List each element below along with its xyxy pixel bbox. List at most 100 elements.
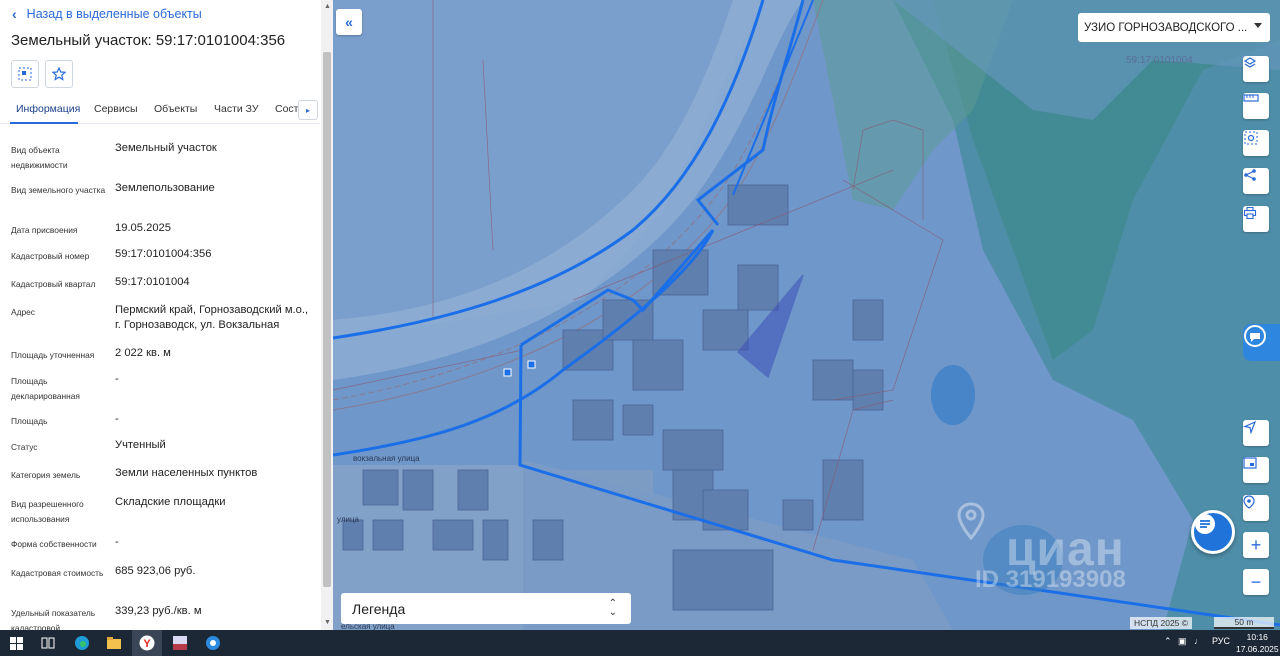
- geolocate-button[interactable]: [1243, 420, 1269, 446]
- clock-date: 17.06.2025: [1236, 644, 1279, 654]
- pin-icon: [1243, 495, 1255, 509]
- feedback-icon: [1244, 325, 1266, 347]
- star-icon: [52, 67, 66, 81]
- pdf-app-icon[interactable]: [170, 633, 190, 653]
- map-canvas: [333, 0, 1280, 630]
- zoom-in-button[interactable]: +: [1243, 532, 1269, 558]
- navigation-arrow-icon: [1243, 420, 1257, 434]
- feedback-chip[interactable]: [1243, 324, 1280, 361]
- cadastral-quarter-label: 59:17:0101004: [1126, 55, 1193, 66]
- location-search-button[interactable]: [1243, 495, 1269, 521]
- measure-button[interactable]: [1243, 93, 1269, 119]
- share-button[interactable]: [1243, 168, 1269, 194]
- clock-time: 10:16: [1246, 632, 1268, 642]
- file-explorer-icon[interactable]: [104, 633, 124, 653]
- info-label: Категория земель: [11, 470, 81, 480]
- active-tab-indicator: [10, 122, 78, 124]
- favorite-button[interactable]: [45, 60, 73, 88]
- ruler-icon: [1243, 94, 1259, 102]
- app-icon[interactable]: [203, 633, 223, 653]
- info-label: Площадь декларированная: [11, 376, 80, 401]
- info-panel: ‹ Назад в выделенные объекты Земельный у…: [0, 0, 333, 630]
- legend-toggle[interactable]: Легенда ⌃ ⌄: [341, 593, 631, 624]
- info-label: Вид земельного участка: [11, 185, 106, 195]
- tab-information[interactable]: Информация: [16, 103, 80, 115]
- map-view[interactable]: вокзальная улица улица ельская улица 59:…: [333, 0, 1280, 630]
- tab-services[interactable]: Сервисы: [94, 103, 138, 115]
- layers-icon: [1243, 57, 1257, 68]
- edge-browser-icon[interactable]: [72, 633, 92, 653]
- printer-icon: [1243, 206, 1257, 220]
- legend-label: Легенда: [352, 600, 406, 617]
- task-view-icon[interactable]: [38, 633, 58, 653]
- scrollbar-thumb[interactable]: [323, 52, 331, 587]
- locate-object-icon: [18, 67, 32, 81]
- info-value: Складские площадки: [115, 496, 226, 508]
- language-indicator[interactable]: РУС: [1212, 636, 1230, 646]
- scroll-up-icon[interactable]: ▲: [324, 3, 331, 10]
- layers-button[interactable]: [1243, 56, 1269, 82]
- back-to-selected-link[interactable]: ‹ Назад в выделенные объекты: [12, 6, 202, 22]
- info-label: Площадь уточненная: [11, 350, 95, 360]
- locate-object-button[interactable]: [11, 60, 39, 88]
- info-label: Статус: [11, 442, 38, 452]
- volume-icon[interactable]: ♩: [1194, 636, 1203, 646]
- info-label: Площадь: [11, 416, 48, 426]
- tray-up-arrow-icon[interactable]: ⌃: [1164, 636, 1172, 647]
- info-value: -: [115, 373, 119, 385]
- info-label: Вид разрешенного использования: [11, 499, 84, 524]
- collapse-panel-button[interactable]: «: [336, 9, 362, 35]
- info-label: Вид объекта недвижимости: [11, 145, 68, 170]
- info-value: 19.05.2025: [115, 222, 171, 234]
- svg-text:Y: Y: [143, 638, 151, 650]
- share-icon: [1244, 169, 1256, 181]
- location-pin-icon: [957, 502, 985, 540]
- info-value: 2 022 кв. м: [115, 347, 171, 359]
- windows-start-icon[interactable]: [6, 633, 26, 653]
- layer-select[interactable]: УЗИО ГОРНОЗАВОДСКОГО ...: [1078, 13, 1270, 42]
- print-button[interactable]: [1243, 206, 1269, 232]
- info-value: Землепользование: [115, 182, 215, 194]
- select-area-button[interactable]: [1243, 130, 1269, 156]
- zoom-out-button[interactable]: −: [1243, 569, 1269, 595]
- yandex-browser-icon[interactable]: Y: [137, 633, 157, 653]
- chat-button[interactable]: [1191, 510, 1235, 554]
- tab-parts[interactable]: Части ЗУ: [214, 103, 259, 115]
- network-icon[interactable]: ▣: [1178, 636, 1187, 647]
- tabs-scroll-right-button[interactable]: ▸: [298, 100, 318, 120]
- app-window: ‹ Назад в выделенные объекты Земельный у…: [0, 0, 1280, 656]
- map-attribution: НСПД 2025 ©: [1130, 617, 1193, 629]
- info-value: Пермский край, Горнозаводский м.о., г. Г…: [115, 304, 309, 331]
- clock[interactable]: 10:16 17.06.2025: [1236, 631, 1279, 655]
- info-label: Кадастровый номер: [11, 251, 90, 261]
- info-value: 59:17:0101004:356: [115, 248, 212, 260]
- updown-chevron-icon: ⌃ ⌄: [608, 598, 617, 618]
- minimap-button[interactable]: [1243, 457, 1269, 483]
- map-scale: 50 m: [1214, 617, 1274, 629]
- info-label: Дата присвоения: [11, 225, 78, 235]
- info-label: Удельный показатель кадастровой: [11, 608, 96, 630]
- back-link-label: Назад в выделенные объекты: [26, 7, 202, 21]
- watermark-id: ID 319193908: [975, 566, 1126, 593]
- info-value: Земельный участок: [115, 142, 217, 154]
- street-label: улица: [337, 515, 359, 524]
- info-value: Учтенный: [115, 439, 166, 451]
- info-value: 685 923,06 руб.: [115, 565, 196, 577]
- minimap-icon: [1243, 457, 1257, 469]
- scroll-down-icon[interactable]: ▼: [324, 619, 331, 626]
- info-value: -: [115, 413, 119, 425]
- info-value: Земли населенных пунктов: [115, 467, 258, 479]
- info-value: 59:17:0101004: [115, 276, 190, 288]
- panel-scrollbar[interactable]: ▲ ▼: [321, 0, 333, 630]
- info-value: 339,23 руб./кв. м: [115, 605, 202, 617]
- info-label: Кадастровый квартал: [11, 279, 96, 289]
- chevron-left-icon: ‹: [12, 6, 17, 22]
- info-label: Форма собственности: [11, 539, 97, 549]
- info-value: -: [115, 536, 119, 548]
- tab-objects[interactable]: Объекты: [154, 103, 197, 115]
- page-title: Земельный участок: 59:17:0101004:356: [11, 32, 286, 49]
- tabs-bar: Информация Сервисы Объекты Части ЗУ Сост…: [0, 96, 320, 124]
- street-label-vokzalnaya: вокзальная улица: [353, 454, 420, 463]
- layer-select-value: УЗИО ГОРНОЗАВОДСКОГО ...: [1084, 21, 1248, 34]
- chat-icon: [1195, 514, 1215, 534]
